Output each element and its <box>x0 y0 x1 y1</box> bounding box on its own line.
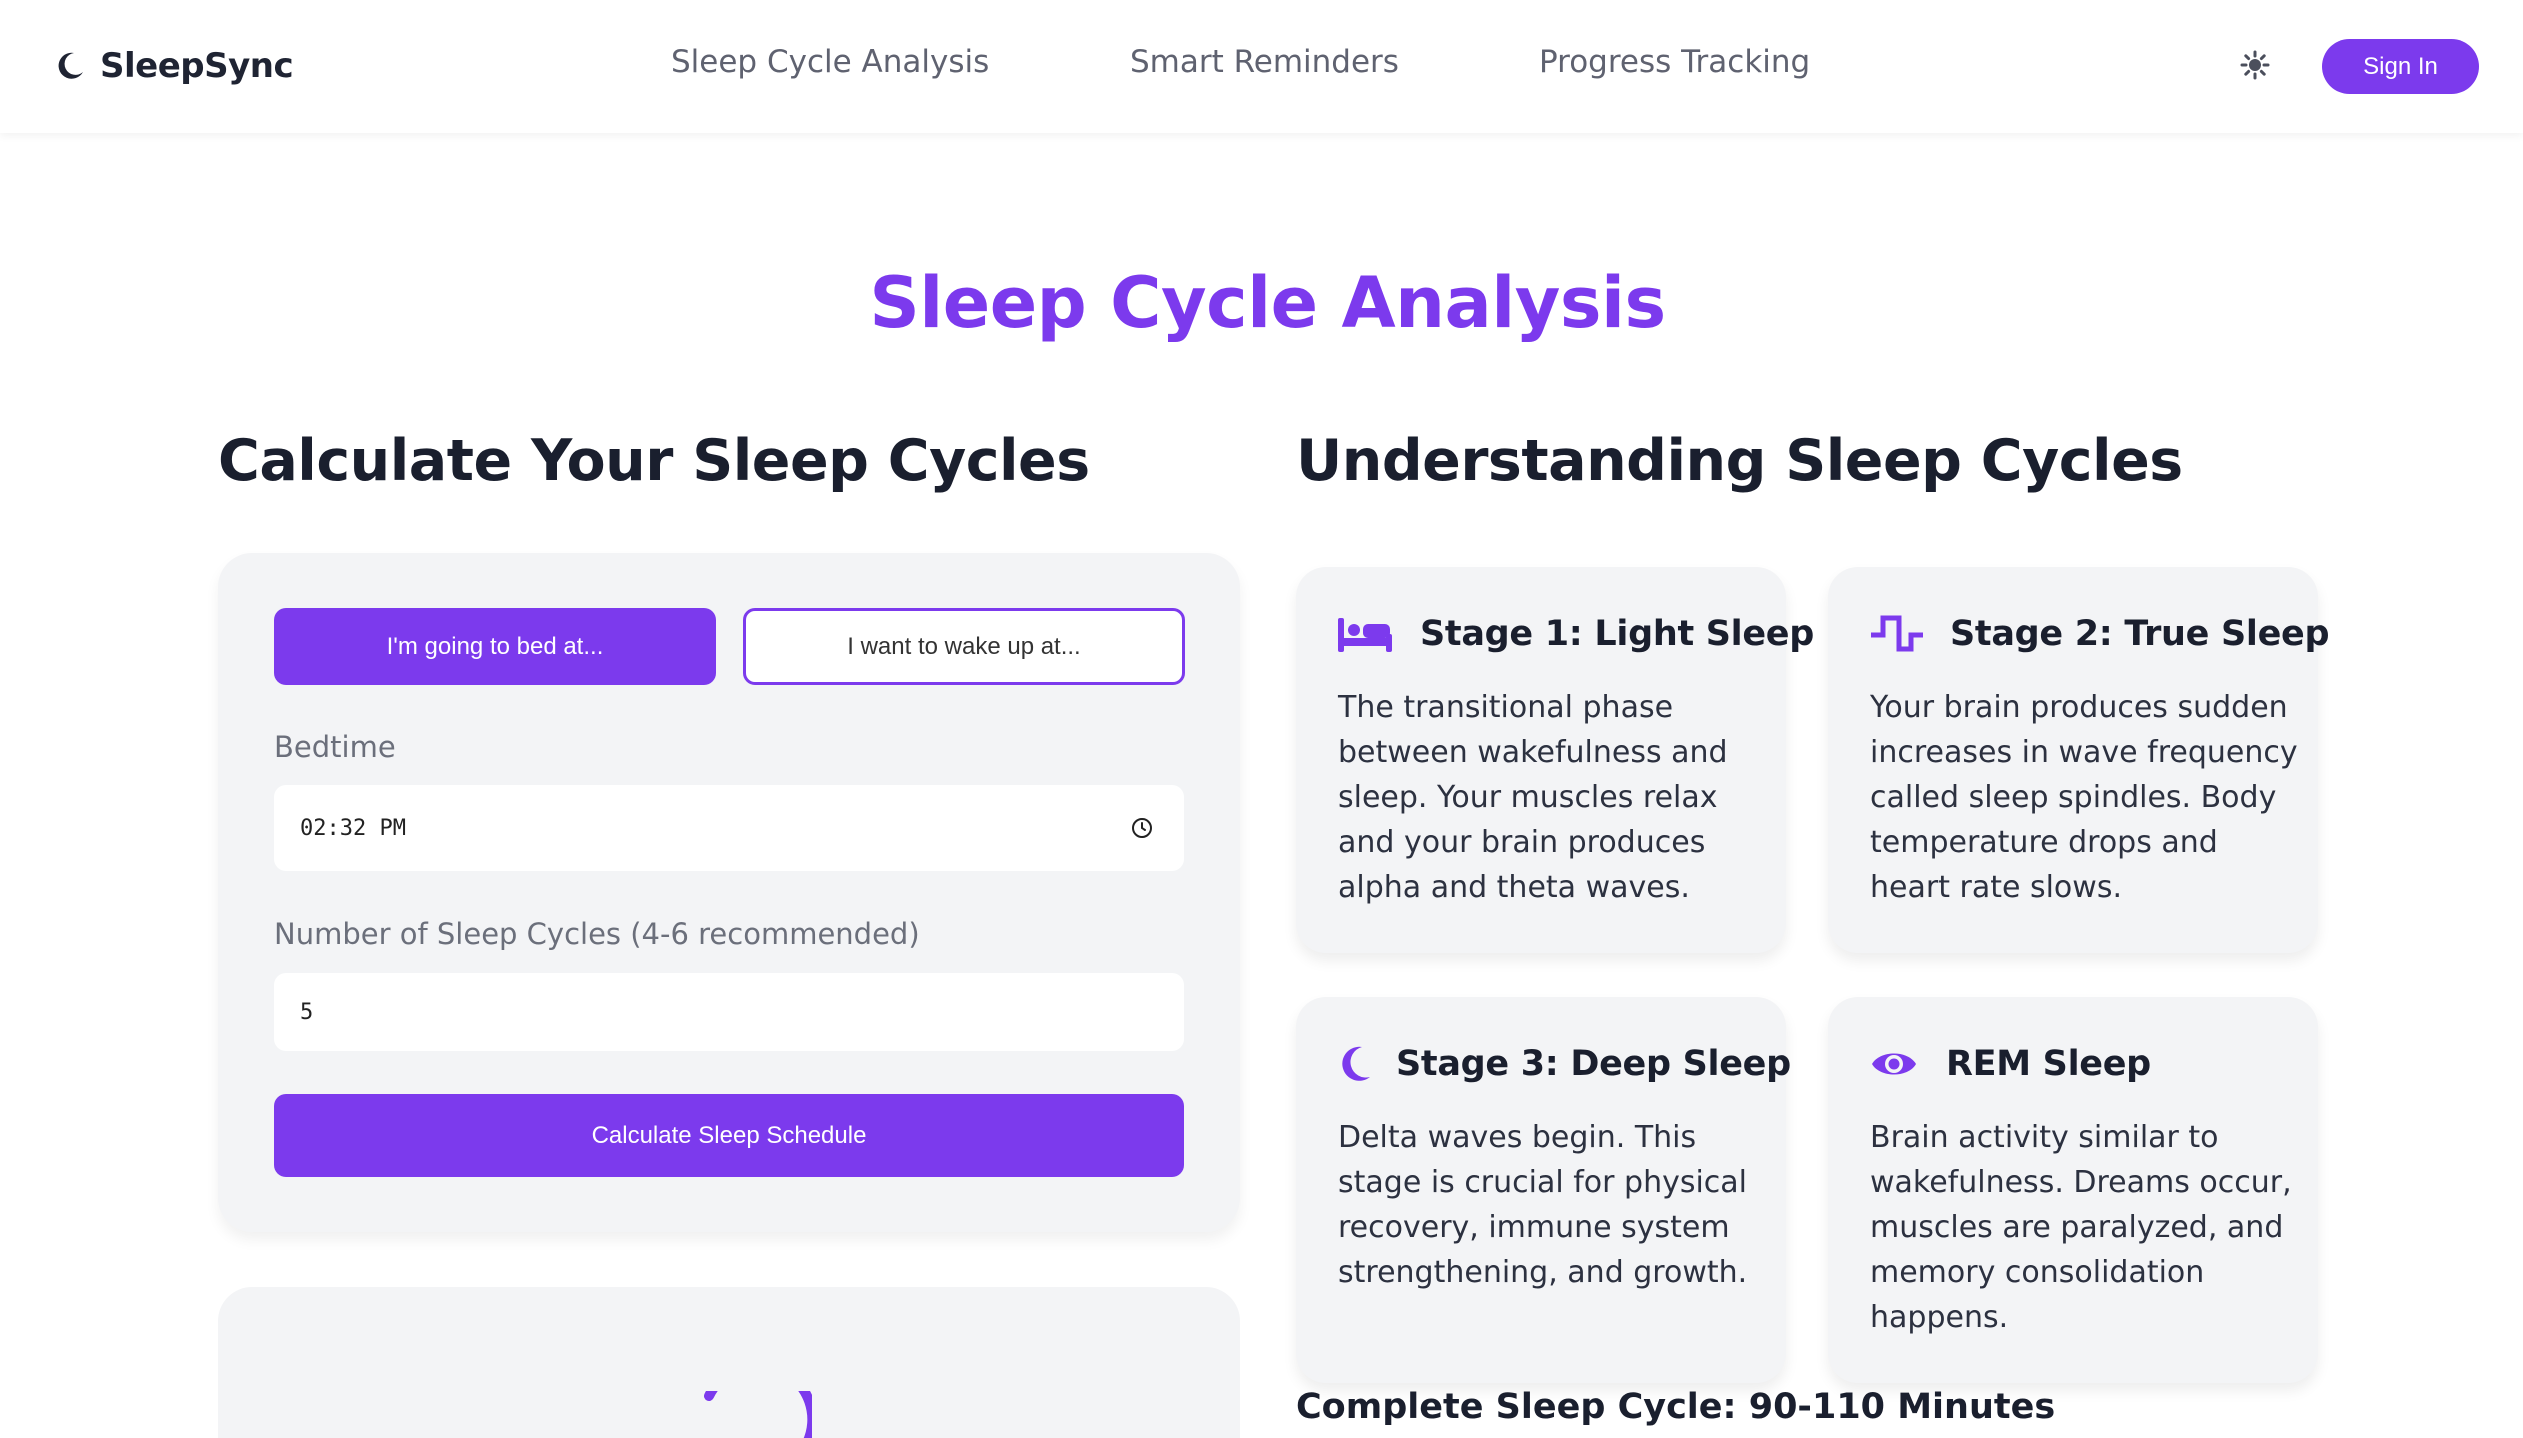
stage-card-light-sleep: Stage 1: Light Sleep The transitional ph… <box>1296 567 1814 953</box>
moon-icon <box>1342 1046 1370 1081</box>
nav-link-progress-tracking[interactable]: Progress Tracking <box>1539 44 1810 80</box>
nav-link-smart-reminders[interactable]: Smart Reminders <box>1130 44 1399 80</box>
stage-card-rem-sleep: REM Sleep Brain activity similar to wake… <box>1828 997 2318 1383</box>
cycles-input[interactable]: 5 <box>274 973 1184 1051</box>
bedtime-label: Bedtime <box>274 730 396 764</box>
stage-title: Stage 3: Deep Sleep <box>1396 1044 1791 1084</box>
calculate-button[interactable]: Calculate Sleep Schedule <box>274 1094 1184 1177</box>
calculator-heading: Calculate Your Sleep Cycles <box>218 428 1090 494</box>
bed-icon <box>1338 618 1392 652</box>
stage-title: Stage 1: Light Sleep <box>1420 614 1814 654</box>
stage-title: Stage 2: True Sleep <box>1950 614 2330 654</box>
top-navbar: SleepSync Sleep Cycle Analysis Smart Rem… <box>0 0 2523 133</box>
stage-description: Delta waves begin. This stage is crucial… <box>1338 1120 1748 1290</box>
brand-logo[interactable]: SleepSync <box>54 44 294 88</box>
cycles-label: Number of Sleep Cycles (4-6 recommended) <box>274 917 920 951</box>
stage-card-deep-sleep: Stage 3: Deep Sleep Delta waves begin. T… <box>1296 997 1791 1383</box>
page-title: Sleep Cycle Analysis <box>869 262 1666 344</box>
wave-icon <box>1871 615 1923 652</box>
eye-icon <box>1872 1053 1916 1075</box>
stage-description: Brain activity similar to wakefulness. D… <box>1870 1120 2292 1335</box>
sign-in-button[interactable]: Sign In <box>2322 39 2479 94</box>
clock-icon[interactable] <box>1130 816 1154 840</box>
cycle-duration-note: Complete Sleep Cycle: 90-110 Minutes <box>1296 1387 2056 1427</box>
loading-spinner-icon <box>704 1391 812 1438</box>
stage-card-true-sleep: Stage 2: True Sleep Your brain produces … <box>1828 567 2330 953</box>
sleep-calculator-card: I'm going to bed at... I want to wake up… <box>218 553 1240 1232</box>
results-card <box>218 1287 1240 1438</box>
stage-title: REM Sleep <box>1946 1044 2151 1084</box>
moon-icon <box>58 52 83 79</box>
mode-wake-button[interactable]: I want to wake up at... <box>743 608 1185 685</box>
brand-name: SleepSync <box>100 46 294 86</box>
theme-toggle-sun-icon[interactable] <box>2240 50 2270 80</box>
cycles-value: 5 <box>300 999 314 1025</box>
bedtime-value: 02:32 PM <box>300 815 406 841</box>
mode-bedtime-button[interactable]: I'm going to bed at... <box>274 608 716 685</box>
stage-description: Your brain produces sudden increases in … <box>1870 690 2298 905</box>
stage-description: The transitional phase between wakefulne… <box>1338 690 1728 905</box>
bedtime-input[interactable]: 02:32 PM <box>274 785 1184 871</box>
nav-link-sleep-cycle-analysis[interactable]: Sleep Cycle Analysis <box>671 44 989 80</box>
understanding-heading: Understanding Sleep Cycles <box>1296 428 2183 494</box>
